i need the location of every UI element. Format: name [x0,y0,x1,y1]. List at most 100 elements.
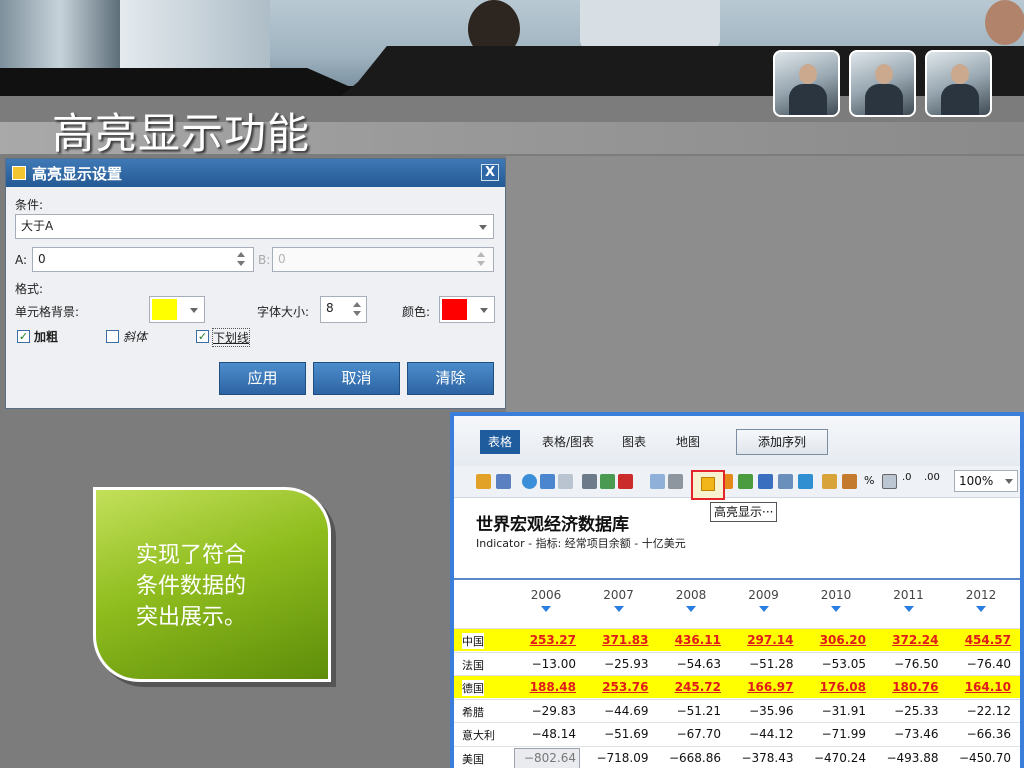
import-icon[interactable] [476,474,491,489]
table-cell[interactable]: 253.76 [583,680,648,694]
table-cell[interactable]: 297.14 [728,633,793,647]
table-cell[interactable]: 371.83 [583,633,648,647]
spinner-icon[interactable] [237,251,245,268]
table-cell[interactable]: −44.69 [583,704,648,718]
calculate-icon[interactable] [822,474,837,489]
export-icon[interactable] [496,474,511,489]
cell-bg-color-picker[interactable] [149,296,205,323]
table-cell[interactable]: −802.64 [510,751,576,765]
table-cell[interactable]: 166.97 [728,680,793,694]
pdf-icon[interactable] [618,474,633,489]
table-cell[interactable]: 245.72 [655,680,721,694]
a-value-input[interactable]: 0 [32,247,254,272]
sort-arrow-icon[interactable] [831,606,841,612]
grid-icon[interactable] [798,474,813,489]
add-series-button[interactable]: 添加序列 [736,429,828,455]
table-cell[interactable]: −54.63 [655,657,721,671]
condition-select[interactable]: 大于A [15,214,494,239]
table-cell[interactable]: 454.57 [945,633,1011,647]
percent-icon[interactable]: % [864,474,874,487]
year-header[interactable]: 2012 [949,588,1013,602]
redo-icon[interactable] [558,474,573,489]
apply-button[interactable]: 应用 [219,362,306,395]
columns-icon[interactable] [758,474,773,489]
table-cell[interactable]: −51.28 [728,657,793,671]
table-cell[interactable]: −25.93 [583,657,648,671]
decimal-decrease-icon[interactable]: .00 [924,472,940,483]
tab-table-chart[interactable]: 表格/图表 [534,430,602,454]
table-cell[interactable]: −73.46 [873,727,938,741]
sort-arrow-icon[interactable] [613,606,624,612]
copy-icon[interactable] [650,474,665,489]
thousands-icon[interactable] [882,474,897,489]
table-cell[interactable]: 306.20 [800,633,866,647]
sort-arrow-icon[interactable] [976,606,986,612]
table-cell[interactable]: −76.50 [873,657,938,671]
excel-icon[interactable] [600,474,615,489]
undo-icon[interactable] [540,474,555,489]
table-cell[interactable]: 372.24 [873,633,938,647]
font-color-picker[interactable] [439,296,495,323]
table-cell[interactable]: −48.14 [510,727,576,741]
table-cell[interactable]: −67.70 [655,727,721,741]
table-cell[interactable]: −66.36 [945,727,1011,741]
year-header[interactable]: 2007 [587,588,651,602]
tab-chart[interactable]: 图表 [614,430,654,454]
close-button[interactable]: X [481,164,499,181]
table-cell[interactable]: −470.24 [800,751,866,765]
table-cell[interactable]: −493.88 [873,751,938,765]
table-cell[interactable]: 253.27 [510,633,576,647]
filter-icon[interactable] [738,474,753,489]
photo-thumbnails [773,50,992,117]
clear-button[interactable]: 清除 [407,362,494,395]
table-cell[interactable]: −71.99 [800,727,866,741]
font-size-value: 8 [326,301,334,315]
table-cell[interactable]: −22.12 [945,704,1011,718]
growth-icon[interactable] [842,474,857,489]
sort-arrow-icon[interactable] [541,606,551,612]
table-cell[interactable]: 436.11 [655,633,721,647]
table-cell[interactable]: −44.12 [728,727,793,741]
table-cell[interactable]: 176.08 [800,680,866,694]
sort-arrow-icon[interactable] [686,606,696,612]
table-cell[interactable]: −13.00 [510,657,576,671]
year-header[interactable]: 2010 [804,588,868,602]
page-title: 高亮显示功能 [52,109,311,158]
year-header[interactable]: 2011 [877,588,941,602]
table-format-icon[interactable] [778,474,793,489]
table-cell[interactable]: 164.10 [945,680,1011,694]
sort-arrow-icon[interactable] [758,606,769,612]
table-cell[interactable]: −25.33 [873,704,938,718]
spinner-icon[interactable] [353,301,361,318]
cancel-button[interactable]: 取消 [313,362,400,395]
table-cell[interactable]: −378.43 [728,751,793,765]
year-header[interactable]: 2008 [659,588,723,602]
table-cell[interactable]: −450.70 [945,751,1011,765]
underline-checkbox[interactable]: ✓ [196,330,209,343]
refresh-icon[interactable] [522,474,537,489]
bold-checkbox[interactable]: ✓ [17,330,30,343]
tab-map[interactable]: 地图 [668,430,708,454]
year-header[interactable]: 2006 [514,588,578,602]
table-cell[interactable]: −29.83 [510,704,576,718]
table-cell[interactable]: −35.96 [728,704,793,718]
tab-table[interactable]: 表格 [480,430,521,454]
table-cell[interactable]: −718.09 [583,751,648,765]
highlight-button[interactable] [691,470,725,500]
zoom-select[interactable]: 100% [954,470,1018,492]
transpose-icon[interactable] [668,474,683,489]
sort-arrow-icon[interactable] [903,606,914,612]
print-icon[interactable] [582,474,597,489]
year-header[interactable]: 2009 [732,588,796,602]
table-cell[interactable]: −53.05 [800,657,866,671]
table-cell[interactable]: −668.86 [655,751,721,765]
italic-checkbox[interactable] [106,330,119,343]
table-cell[interactable]: −51.69 [583,727,648,741]
table-cell[interactable]: 180.76 [873,680,938,694]
table-cell[interactable]: −31.91 [800,704,866,718]
table-cell[interactable]: −51.21 [655,704,721,718]
table-cell[interactable]: −76.40 [945,657,1011,671]
font-size-stepper[interactable]: 8 [320,296,367,323]
table-cell[interactable]: 188.48 [510,680,576,694]
decimal-increase-icon[interactable]: .0 [902,472,912,483]
